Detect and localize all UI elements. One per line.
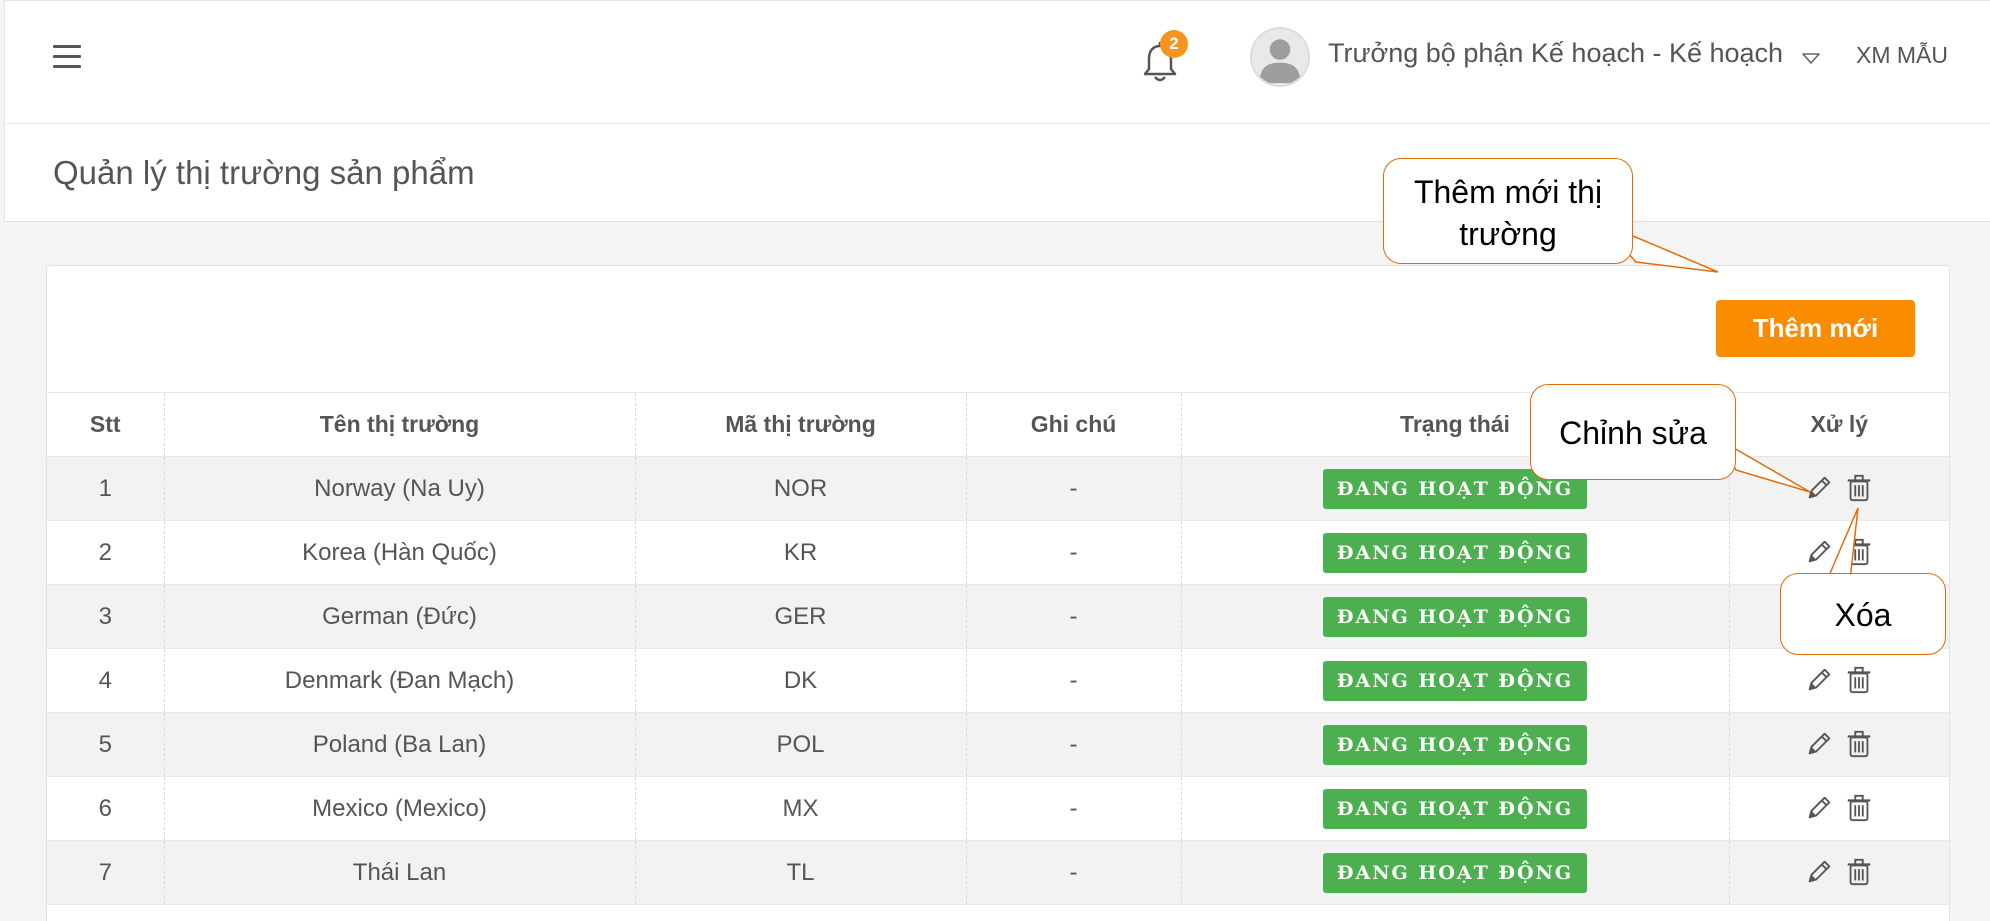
org-name[interactable]: XM MẪU xyxy=(1856,42,1948,69)
user-name[interactable]: Trưởng bộ phận Kế hoạch - Kế hoạch xyxy=(1328,38,1783,69)
status-badge: ĐANG HOẠT ĐỘNG xyxy=(1323,788,1587,829)
cell-actions xyxy=(1729,457,1949,521)
status-badge: ĐANG HOẠT ĐỘNG xyxy=(1323,596,1587,637)
callout-add-market-line1: Thêm mới thị xyxy=(1413,174,1603,210)
cell-stt: 7 xyxy=(47,840,165,905)
cell-market-code: MX xyxy=(635,776,967,841)
column-header-code: Mã thị trường xyxy=(635,392,967,457)
trash-icon[interactable] xyxy=(1843,857,1875,889)
edit-icon[interactable] xyxy=(1803,793,1835,825)
edit-icon[interactable] xyxy=(1803,665,1835,697)
cell-status: ĐANG HOẠT ĐỘNG xyxy=(1181,776,1730,841)
cell-actions xyxy=(1729,649,1949,713)
cell-market-code: TL xyxy=(635,840,967,905)
trash-icon[interactable] xyxy=(1843,473,1875,505)
callout-add-market: Thêm mới thị trường xyxy=(1383,158,1633,264)
trash-icon[interactable] xyxy=(1843,729,1875,761)
cell-actions xyxy=(1729,713,1949,777)
cell-actions xyxy=(1729,777,1949,841)
trash-icon[interactable] xyxy=(1843,537,1875,569)
table-row: 3 German (Đức) GER - ĐANG HOẠT ĐỘNG xyxy=(47,584,1949,649)
cell-status: ĐANG HOẠT ĐỘNG xyxy=(1181,840,1730,905)
title-bar: Quản lý thị trường sản phẩm xyxy=(4,124,1990,222)
callout-delete-label: Xóa xyxy=(1834,597,1892,633)
cell-stt: 4 xyxy=(47,648,165,713)
column-header-note: Ghi chú xyxy=(966,392,1182,457)
cell-note: - xyxy=(966,520,1182,585)
cell-market-code: NOR xyxy=(635,456,967,521)
status-badge: ĐANG HOẠT ĐỘNG xyxy=(1323,660,1587,701)
cell-note: - xyxy=(966,776,1182,841)
cell-market-code: DK xyxy=(635,648,967,713)
cell-market-code: KR xyxy=(635,520,967,585)
notification-badge: 2 xyxy=(1160,30,1188,58)
cell-note: - xyxy=(966,648,1182,713)
status-badge: ĐANG HOẠT ĐỘNG xyxy=(1323,852,1587,893)
trash-icon[interactable] xyxy=(1843,793,1875,825)
menu-icon[interactable] xyxy=(53,45,87,75)
cell-market-name: Denmark (Đan Mạch) xyxy=(164,648,636,713)
cell-stt: 3 xyxy=(47,584,165,649)
page-title: Quản lý thị trường sản phẩm xyxy=(53,154,475,191)
callout-delete: Xóa xyxy=(1780,573,1946,655)
cell-status: ĐANG HOẠT ĐỘNG xyxy=(1181,584,1730,649)
cell-market-name: Norway (Na Uy) xyxy=(164,456,636,521)
cell-status: ĐANG HOẠT ĐỘNG xyxy=(1181,520,1730,585)
cell-market-code: POL xyxy=(635,712,967,777)
caret-down-icon[interactable] xyxy=(1800,50,1822,66)
callout-edit: Chỉnh sửa xyxy=(1530,384,1736,480)
cell-stt: 6 xyxy=(47,776,165,841)
app-root: 2 Trưởng bộ phận Kế hoạch - Kế hoạch XM … xyxy=(0,0,1990,921)
table-row: 7 Thái Lan TL - ĐANG HOẠT ĐỘNG xyxy=(47,840,1949,905)
callout-edit-label: Chỉnh sửa xyxy=(1559,415,1707,451)
cell-market-name: Thái Lan xyxy=(164,840,636,905)
cell-note: - xyxy=(966,584,1182,649)
add-new-button[interactable]: Thêm mới xyxy=(1716,300,1915,357)
column-header-name: Tên thị trường xyxy=(164,392,636,457)
status-badge: ĐANG HOẠT ĐỘNG xyxy=(1323,724,1587,765)
cell-actions xyxy=(1729,841,1949,905)
cell-status: ĐANG HOẠT ĐỘNG xyxy=(1181,712,1730,777)
cell-note: - xyxy=(966,456,1182,521)
user-silhouette-icon xyxy=(1259,39,1301,84)
edit-icon[interactable] xyxy=(1803,537,1835,569)
edit-icon[interactable] xyxy=(1803,729,1835,761)
cell-stt: 2 xyxy=(47,520,165,585)
trash-icon[interactable] xyxy=(1843,665,1875,697)
cell-stt: 1 xyxy=(47,456,165,521)
edit-icon[interactable] xyxy=(1803,857,1835,889)
cell-status: ĐANG HOẠT ĐỘNG xyxy=(1181,648,1730,713)
table-row: 5 Poland (Ba Lan) POL - ĐANG HOẠT ĐỘNG xyxy=(47,712,1949,777)
column-header-actions: Xử lý xyxy=(1810,411,1869,437)
callout-add-market-line2: trường xyxy=(1459,216,1557,252)
cell-note: - xyxy=(966,712,1182,777)
table-body: 1 Norway (Na Uy) NOR - ĐANG HOẠT ĐỘNG 2 Korea … xyxy=(47,456,1949,905)
cell-stt: 5 xyxy=(47,712,165,777)
column-header-stt: Stt xyxy=(47,392,165,457)
cell-market-name: Korea (Hàn Quốc) xyxy=(164,520,636,585)
avatar[interactable] xyxy=(1250,27,1310,87)
status-badge: ĐANG HOẠT ĐỘNG xyxy=(1323,532,1587,573)
cell-market-name: Poland (Ba Lan) xyxy=(164,712,636,777)
cell-market-name: German (Đức) xyxy=(164,584,636,649)
table-row: 6 Mexico (Mexico) MX - ĐANG HOẠT ĐỘNG xyxy=(47,776,1949,841)
table-row: 2 Korea (Hàn Quốc) KR - ĐANG HOẠT ĐỘNG xyxy=(47,520,1949,585)
cell-market-code: GER xyxy=(635,584,967,649)
table-row: 4 Denmark (Đan Mạch) DK - ĐANG HOẠT ĐỘNG xyxy=(47,648,1949,713)
cell-note: - xyxy=(966,840,1182,905)
edit-icon[interactable] xyxy=(1803,473,1835,505)
cell-market-name: Mexico (Mexico) xyxy=(164,776,636,841)
